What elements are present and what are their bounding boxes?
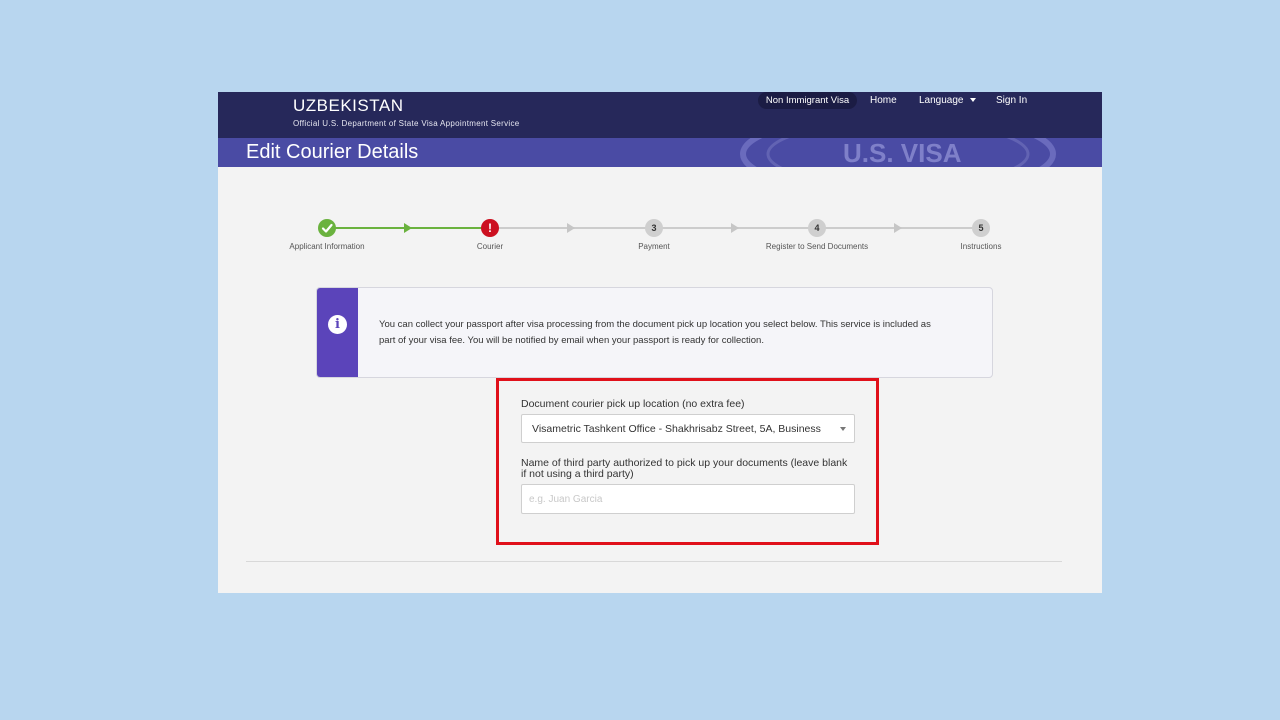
page-title: Edit Courier Details xyxy=(246,141,419,163)
step-label: Register to Send Documents xyxy=(765,242,869,251)
step-5-pending: 5 xyxy=(972,219,990,237)
site-header: Uzbekistan Official U.S. Department of S… xyxy=(218,92,1102,138)
pickup-location-value: Visametric Tashkent Office - Shakhrisabz… xyxy=(532,423,821,435)
step-3-pending: 3 xyxy=(645,219,663,237)
chevron-down-icon xyxy=(969,98,976,103)
step-label: Payment xyxy=(638,242,670,251)
info-stripe: i xyxy=(317,288,358,377)
arrow-right-icon xyxy=(404,223,412,233)
chevron-down-icon xyxy=(840,427,846,431)
step-label: Applicant Information xyxy=(289,242,365,251)
info-message: You can collect your passport after visa… xyxy=(379,319,931,346)
visa-seal-graphic: U.S. VISA xyxy=(740,138,1056,167)
section-divider xyxy=(246,561,1062,562)
checkmark-icon xyxy=(321,223,333,233)
info-alert: i You can collect your passport after vi… xyxy=(316,287,993,378)
arrow-right-icon xyxy=(731,223,739,233)
nav-sign-in-link[interactable]: Sign In xyxy=(996,95,1027,106)
page-banner: U.S. VISA Edit Courier Details xyxy=(218,138,1102,167)
step-4-pending: 4 xyxy=(808,219,826,237)
seal-text: U.S. VISA xyxy=(843,138,962,167)
step-2-current: ! xyxy=(481,219,499,237)
site-subtitle: Official U.S. Department of State Visa A… xyxy=(293,119,520,128)
site-title-text: Uzbekistan xyxy=(293,96,404,115)
arrow-right-icon xyxy=(894,223,902,233)
info-icon: i xyxy=(328,315,347,334)
nav-language-label: Language xyxy=(919,95,964,106)
arrow-right-icon xyxy=(567,223,575,233)
nav-visa-type[interactable]: Non Immigrant Visa xyxy=(758,92,857,109)
nav-home-link[interactable]: Home xyxy=(870,95,897,106)
site-title[interactable]: Uzbekistan xyxy=(293,94,403,119)
browser-viewport: Uzbekistan Official U.S. Department of S… xyxy=(218,92,1102,593)
nav-language-dropdown[interactable]: Language xyxy=(919,95,976,106)
pickup-location-label: Document courier pick up location (no ex… xyxy=(521,398,745,410)
third-party-name-input[interactable] xyxy=(521,484,855,514)
step-label: Instructions xyxy=(960,242,1002,251)
step-label: Courier xyxy=(476,242,504,251)
pickup-location-select[interactable]: Visametric Tashkent Office - Shakhrisabz… xyxy=(521,414,855,443)
step-1-complete xyxy=(318,219,336,237)
third-party-label: Name of third party authorized to pick u… xyxy=(521,457,848,480)
